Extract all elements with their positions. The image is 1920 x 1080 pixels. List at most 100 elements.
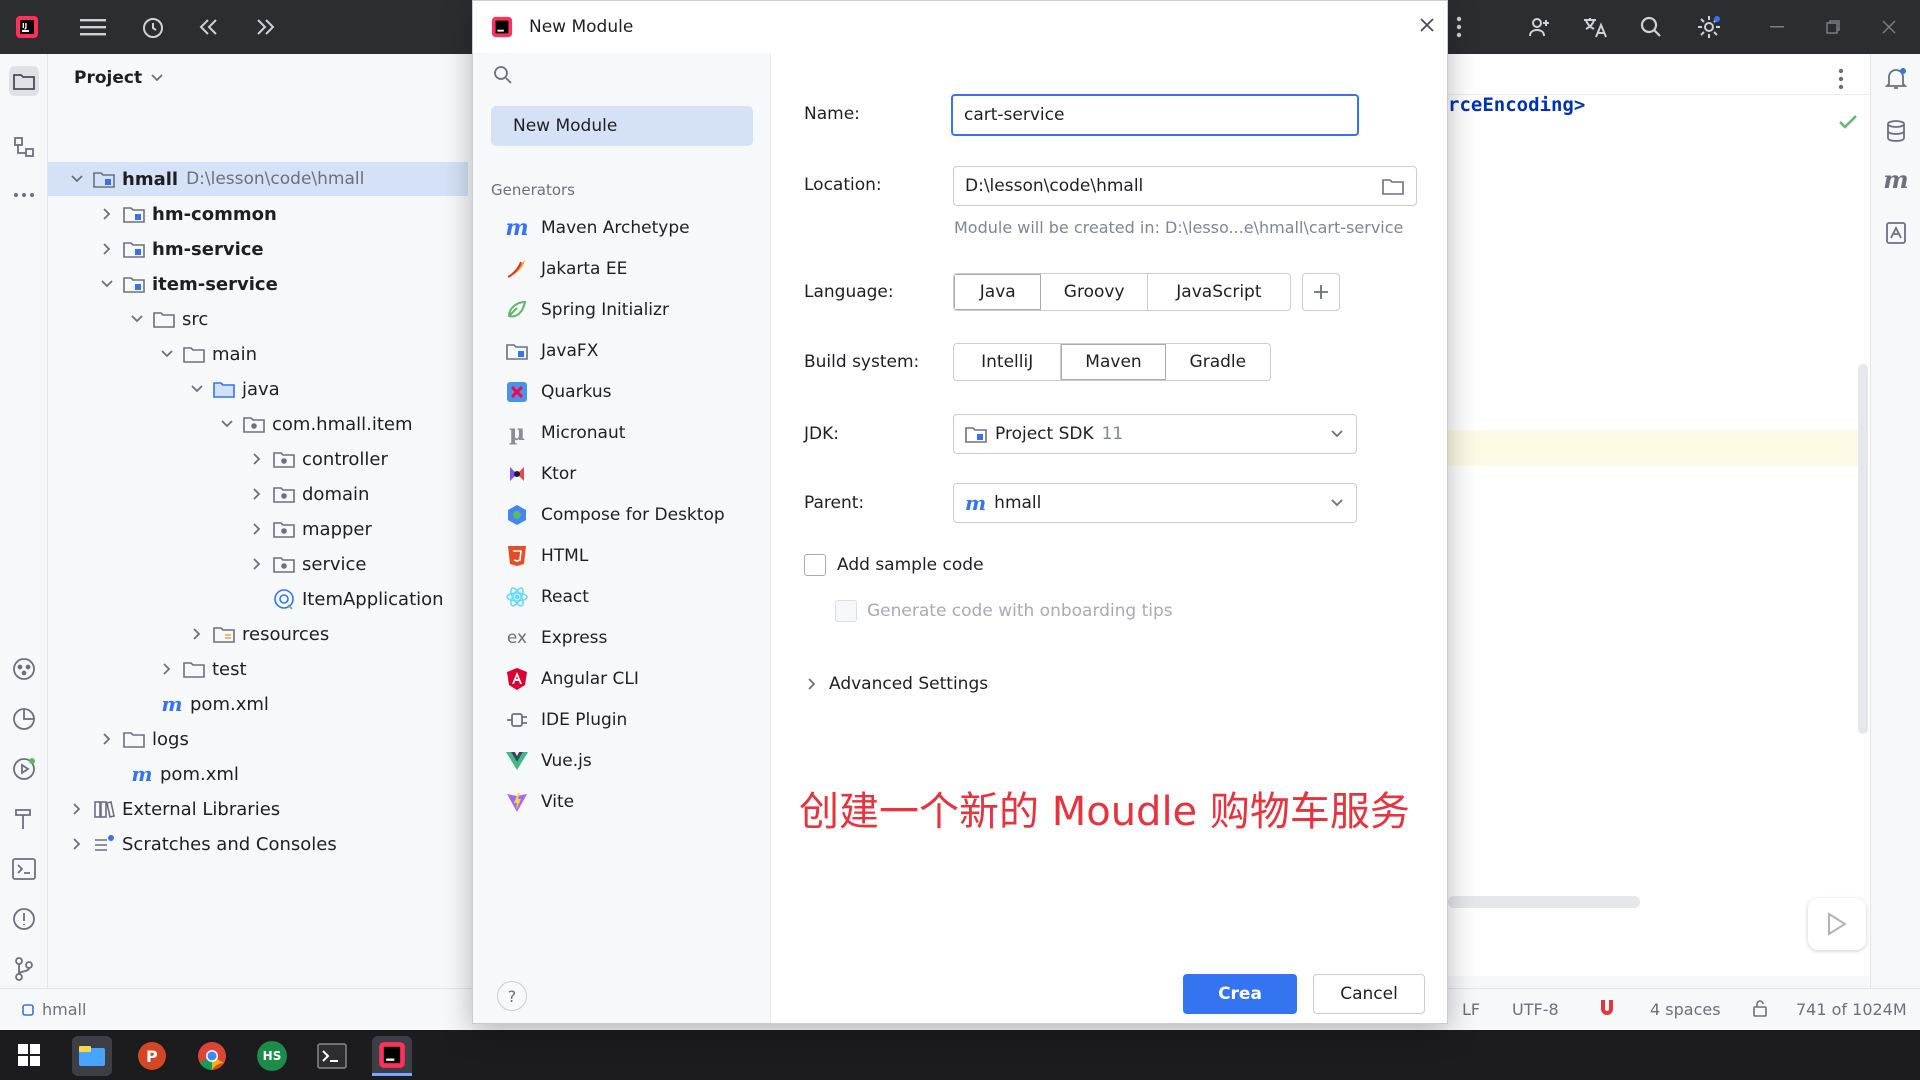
tree-item-domain[interactable]: domain xyxy=(48,477,369,511)
restore-icon[interactable] xyxy=(1818,14,1848,40)
generator-express[interactable]: ex Express xyxy=(503,621,608,655)
status-plugin-icon[interactable] xyxy=(1598,998,1616,1018)
add-user-icon[interactable] xyxy=(1524,12,1554,42)
name-field[interactable]: cart-service xyxy=(951,94,1359,136)
chevron-down-icon[interactable] xyxy=(156,343,178,365)
chevron-down-icon[interactable] xyxy=(66,168,88,190)
generator-html[interactable]: HTML xyxy=(503,539,588,573)
generator-search-input[interactable] xyxy=(523,65,753,85)
tree-item-pom-xml[interactable]: m pom.xml xyxy=(48,687,268,721)
onboarding-tips-checkbox[interactable] xyxy=(835,600,857,622)
tree-item-resources[interactable]: resources xyxy=(48,617,329,651)
tree-item-java[interactable]: java xyxy=(48,372,280,406)
chevron-right-icon[interactable] xyxy=(186,623,208,645)
search-everywhere-icon[interactable] xyxy=(1636,12,1666,42)
close-window-icon[interactable] xyxy=(1874,14,1904,40)
browse-folder-icon[interactable] xyxy=(1382,177,1404,195)
terminal-icon[interactable] xyxy=(11,856,37,882)
create-button[interactable]: Crea xyxy=(1183,974,1297,1014)
tree-item-root-pom-xml[interactable]: m pom.xml xyxy=(48,757,238,791)
build-intellij[interactable]: IntelliJ xyxy=(954,344,1062,380)
status-encoding[interactable]: UTF-8 xyxy=(1512,1000,1559,1019)
tree-item-hmall[interactable]: hmall D:\lesson\code\hmall xyxy=(48,162,468,196)
generator-vite[interactable]: Vite xyxy=(503,785,574,819)
chevron-right-icon[interactable] xyxy=(246,553,268,575)
terminal-app-icon[interactable] xyxy=(312,1036,352,1076)
advanced-settings-toggle[interactable]: Advanced Settings xyxy=(807,674,988,694)
recent-history-icon[interactable] xyxy=(138,12,168,42)
maven-tool-icon[interactable]: m xyxy=(1883,165,1909,194)
language-javascript[interactable]: JavaScript xyxy=(1148,274,1290,310)
generator-maven-archetype[interactable]: m Maven Archetype xyxy=(503,211,689,245)
profiler-icon[interactable] xyxy=(11,706,37,732)
status-memory-indicator[interactable]: 741 of 1024M xyxy=(1796,1000,1907,1019)
chevron-right-icon[interactable] xyxy=(96,203,118,225)
tree-item-package-root[interactable]: com.hmall.item xyxy=(48,407,413,441)
status-project-breadcrumb[interactable]: hmall xyxy=(22,1000,86,1019)
tree-item-hm-service[interactable]: hm-service xyxy=(48,232,264,266)
tree-item-scratches[interactable]: Scratches and Consoles xyxy=(48,827,337,861)
video-play-overlay-button[interactable] xyxy=(1808,898,1866,950)
language-groovy[interactable]: Groovy xyxy=(1041,274,1148,310)
intellij-logo-icon[interactable]: IJ xyxy=(12,12,42,42)
chevron-right-icon[interactable] xyxy=(66,798,88,820)
tree-item-logs[interactable]: logs xyxy=(48,722,189,756)
tree-item-item-service[interactable]: item-service xyxy=(48,267,278,301)
project-folder-icon[interactable] xyxy=(9,66,39,96)
chrome-icon[interactable] xyxy=(192,1036,232,1076)
status-indent[interactable]: 4 spaces xyxy=(1650,1000,1721,1019)
editor-vertical-scrollbar[interactable] xyxy=(1858,364,1868,734)
chevron-down-icon[interactable] xyxy=(96,273,118,295)
file-explorer-icon[interactable] xyxy=(72,1036,112,1076)
chevron-right-icon[interactable] xyxy=(96,728,118,750)
generator-ktor[interactable]: Ktor xyxy=(503,457,576,491)
add-sample-code-checkbox[interactable] xyxy=(804,554,826,576)
close-icon[interactable] xyxy=(1419,17,1435,33)
generator-micronaut[interactable]: µ Micronaut xyxy=(503,416,625,450)
run-icon[interactable] xyxy=(11,756,37,782)
status-line-ending[interactable]: LF xyxy=(1462,1000,1480,1019)
help-button[interactable]: ? xyxy=(497,981,527,1011)
build-gradle[interactable]: Gradle xyxy=(1166,344,1270,380)
sidebar-item-new-module[interactable]: New Module xyxy=(491,106,753,146)
location-field[interactable]: D:\lesson\code\hmall xyxy=(953,166,1417,206)
chevron-right-icon[interactable] xyxy=(156,658,178,680)
generator-jakarta-ee[interactable]: Jakarta EE xyxy=(503,252,627,286)
tree-item-controller[interactable]: controller xyxy=(48,442,388,476)
chevron-down-icon[interactable] xyxy=(186,378,208,400)
minimize-icon[interactable] xyxy=(1762,14,1792,40)
chevron-down-icon[interactable] xyxy=(126,308,148,330)
structure-icon[interactable] xyxy=(11,134,37,160)
chevron-right-icon[interactable] xyxy=(96,238,118,260)
database-icon[interactable] xyxy=(1883,118,1909,144)
powerpoint-icon[interactable]: P xyxy=(132,1036,172,1076)
hs-app-icon[interactable]: HS xyxy=(252,1036,292,1076)
windows-start-icon[interactable] xyxy=(18,1044,40,1066)
generator-compose-desktop[interactable]: Compose for Desktop xyxy=(503,498,725,532)
cancel-button[interactable]: Cancel xyxy=(1313,974,1425,1014)
tree-item-external-libraries[interactable]: External Libraries xyxy=(48,792,280,826)
tree-item-hm-common[interactable]: hm-common xyxy=(48,197,277,231)
tree-item-main[interactable]: main xyxy=(48,337,257,371)
translate-icon[interactable] xyxy=(1580,12,1610,42)
generator-angular-cli[interactable]: Angular CLI xyxy=(503,662,639,696)
editor-area[interactable]: rceEncoding> xyxy=(1448,54,1870,976)
build-maven[interactable]: Maven xyxy=(1061,344,1166,380)
main-menu-icon[interactable] xyxy=(78,12,108,42)
tree-item-mapper[interactable]: mapper xyxy=(48,512,372,546)
jdk-dropdown[interactable]: Project SDK 11 xyxy=(953,414,1357,454)
ai-assistant-icon[interactable] xyxy=(1883,220,1909,246)
generator-ide-plugin[interactable]: IDE Plugin xyxy=(503,703,627,737)
settings-icon[interactable] xyxy=(1694,12,1724,42)
services-icon[interactable] xyxy=(11,656,37,682)
tree-item-service[interactable]: service xyxy=(48,547,366,581)
generator-react[interactable]: React xyxy=(503,580,589,614)
editor-more-icon[interactable] xyxy=(1838,68,1844,90)
generator-search-field[interactable] xyxy=(473,53,771,97)
generator-spring-initializr[interactable]: Spring Initializr xyxy=(503,293,669,327)
forward-icon[interactable] xyxy=(250,12,280,42)
more-tools-icon[interactable] xyxy=(11,182,37,208)
intellij-taskbar-icon[interactable] xyxy=(372,1036,412,1076)
project-panel-header[interactable]: Project xyxy=(74,68,164,88)
add-language-button[interactable] xyxy=(1302,273,1340,311)
